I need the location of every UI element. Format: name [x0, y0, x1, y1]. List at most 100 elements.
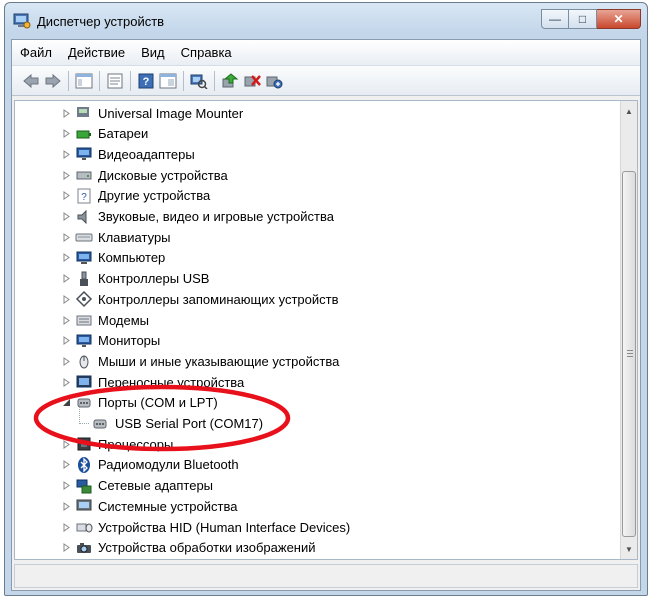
- scroll-down-icon[interactable]: ▼: [621, 541, 637, 557]
- expand-arrow-icon[interactable]: [61, 481, 71, 491]
- portable-device-icon: [75, 373, 93, 391]
- tree-node[interactable]: Системные устройства: [61, 496, 237, 516]
- menu-file[interactable]: Файл: [12, 45, 60, 60]
- tree-node[interactable]: Модемы: [61, 310, 149, 330]
- svg-text:?: ?: [81, 192, 87, 203]
- update-driver-icon[interactable]: [219, 70, 241, 92]
- computer-icon: [75, 249, 93, 267]
- network-adapter-icon: [75, 477, 93, 495]
- expand-arrow-icon[interactable]: [61, 108, 71, 118]
- expand-arrow-icon[interactable]: [61, 232, 71, 242]
- tree-node[interactable]: ? Другие устройства: [61, 186, 210, 206]
- scrollbar-thumb[interactable]: [622, 171, 636, 537]
- expand-arrow-icon[interactable]: [61, 356, 71, 366]
- tree-node[interactable]: Контроллеры USB: [61, 269, 209, 289]
- tree-node[interactable]: Сетевые адаптеры: [61, 476, 213, 496]
- expand-arrow-icon[interactable]: [61, 501, 71, 511]
- tree-node[interactable]: Видеоадаптеры: [61, 144, 195, 164]
- tree-node[interactable]: Процессоры: [61, 434, 173, 454]
- expand-arrow-icon[interactable]: [61, 170, 71, 180]
- toolbar-separator: [99, 70, 100, 91]
- toolbar: ?: [12, 66, 640, 96]
- thumb-grip: [627, 356, 633, 357]
- expand-arrow-icon[interactable]: [61, 294, 71, 304]
- speaker-icon: [75, 208, 93, 226]
- tree-node[interactable]: Контроллеры запоминающих устройств: [61, 289, 338, 309]
- tree-node[interactable]: Клавиатуры: [61, 227, 171, 247]
- expand-arrow-icon[interactable]: [61, 377, 71, 387]
- show-hide-tree-icon[interactable]: [73, 70, 95, 92]
- tree-node-label: Модемы: [98, 312, 150, 328]
- expand-arrow-icon[interactable]: [61, 460, 71, 470]
- display-adapter-icon: [75, 145, 93, 163]
- maximize-icon: □: [578, 12, 587, 26]
- forward-arrow-icon[interactable]: [42, 70, 64, 92]
- minimize-icon: —: [549, 12, 561, 26]
- view-pane-icon[interactable]: [157, 70, 179, 92]
- menu-bar: Файл Действие Вид Справка: [12, 40, 640, 66]
- disk-drive-icon: [75, 166, 93, 184]
- close-button[interactable]: ✕: [597, 9, 641, 29]
- expand-arrow-icon[interactable]: [61, 212, 71, 222]
- tree-node-label: Контроллеры запоминающих устройств: [98, 291, 339, 307]
- expand-arrow-icon[interactable]: [61, 253, 71, 263]
- maximize-button[interactable]: □: [569, 9, 597, 29]
- tree-node-label: Процессоры: [98, 436, 174, 452]
- disable-device-icon[interactable]: [241, 70, 263, 92]
- thumb-grip: [627, 353, 633, 354]
- imaging-device-icon: [75, 539, 93, 557]
- vertical-scrollbar[interactable]: ▲ ▼: [620, 101, 637, 559]
- tree-node[interactable]: Компьютер: [61, 248, 165, 268]
- menu-action[interactable]: Действие: [60, 45, 133, 60]
- properties-icon[interactable]: [104, 70, 126, 92]
- tree-node-label: Системные устройства: [98, 498, 238, 514]
- expand-arrow-icon[interactable]: [61, 274, 71, 284]
- tree-node-label: Дисковые устройства: [98, 167, 228, 183]
- tree-node[interactable]: Батареи: [61, 124, 148, 144]
- expand-arrow-icon[interactable]: [61, 129, 71, 139]
- toolbar-separator: [68, 70, 69, 91]
- expand-arrow-icon[interactable]: [61, 336, 71, 346]
- tree-node[interactable]: Звуковые, видео и игровые устройства: [61, 207, 334, 227]
- device-manager-window: Диспетчер устройств — □ ✕ Файл Действие …: [4, 2, 648, 596]
- back-arrow-icon[interactable]: [20, 70, 42, 92]
- minimize-button[interactable]: —: [541, 9, 569, 29]
- expand-arrow-icon[interactable]: [61, 543, 71, 553]
- tree-node-label: Порты (COM и LPT): [98, 395, 218, 411]
- tree-connector: [79, 403, 89, 424]
- usb-controller-icon: [75, 270, 93, 288]
- scan-hardware-icon[interactable]: [188, 70, 210, 92]
- tree-child-node[interactable]: USB Serial Port (COM17): [79, 403, 263, 434]
- help-icon[interactable]: ?: [135, 70, 157, 92]
- collapse-arrow-icon[interactable]: [61, 398, 71, 408]
- client-area: Файл Действие Вид Справка ? Universal Im…: [11, 39, 641, 591]
- tree-node[interactable]: Устройства обработки изображений: [61, 538, 316, 558]
- expand-arrow-icon[interactable]: [61, 315, 71, 325]
- tree-node[interactable]: Мыши и иные указывающие устройства: [61, 351, 339, 371]
- menu-view[interactable]: Вид: [133, 45, 173, 60]
- tree-node[interactable]: Дисковые устройства: [61, 165, 228, 185]
- toolbar-separator: [130, 70, 131, 91]
- scroll-up-icon[interactable]: ▲: [621, 103, 637, 119]
- mouse-icon: [75, 352, 93, 370]
- tree-node[interactable]: Переносные устройства: [61, 372, 244, 392]
- tree-node[interactable]: Устройства HID (Human Interface Devices): [61, 517, 350, 537]
- title-bar[interactable]: Диспетчер устройств — □ ✕: [5, 3, 647, 39]
- tree-node[interactable]: Радиомодули Bluetooth: [61, 455, 239, 475]
- tree-node-label: Сетевые адаптеры: [98, 478, 214, 494]
- tree-node-label: Видеоадаптеры: [98, 146, 195, 162]
- menu-help[interactable]: Справка: [173, 45, 240, 60]
- device-tree-panel: Universal Image Mounter Батареи Видеоадапт…: [14, 100, 638, 560]
- tree-node-label: Звуковые, видео и игровые устройства: [98, 209, 334, 224]
- tree-node[interactable]: Universal Image Mounter: [61, 103, 243, 123]
- expand-arrow-icon[interactable]: [61, 149, 71, 159]
- expand-arrow-icon[interactable]: [61, 439, 71, 449]
- tree-node-label: Компьютер: [98, 250, 166, 266]
- tree-node[interactable]: Мониторы: [61, 331, 160, 351]
- expand-arrow-icon[interactable]: [61, 522, 71, 532]
- keyboard-icon: [75, 228, 93, 246]
- tree-node-label: Universal Image Mounter: [98, 105, 244, 121]
- expand-arrow-icon[interactable]: [61, 191, 71, 201]
- image-mounter-icon: [75, 104, 93, 122]
- uninstall-device-icon[interactable]: [263, 70, 285, 92]
